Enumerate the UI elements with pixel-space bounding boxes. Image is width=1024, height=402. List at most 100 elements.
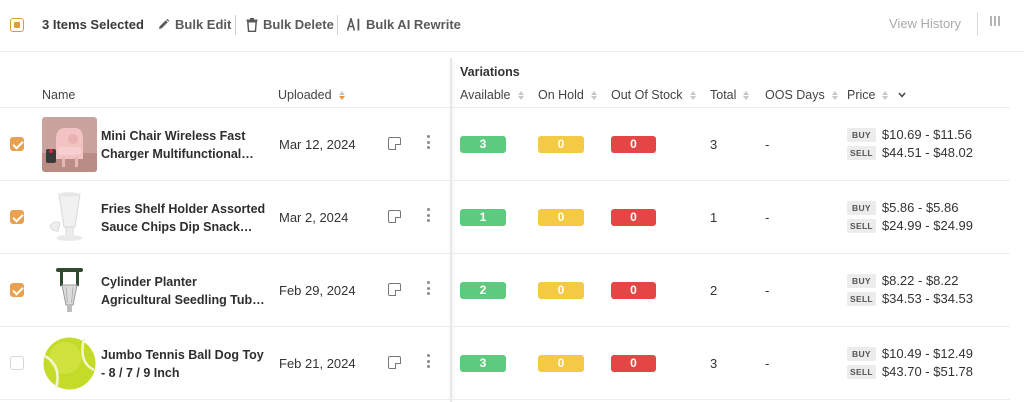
sort-icon[interactable]: [517, 90, 524, 100]
view-history-link[interactable]: View History: [889, 16, 961, 31]
sell-price: SELL $24.99 - $24.99: [847, 218, 973, 233]
more-options-icon[interactable]: [427, 135, 430, 149]
oos-days: -: [765, 356, 770, 371]
product-name[interactable]: Mini Chair Wireless Fast Charger Multifu…: [101, 127, 266, 163]
row-checkbox[interactable]: [10, 137, 24, 151]
sell-price: SELL $34.53 - $34.53: [847, 291, 973, 306]
table-row[interactable]: Mini Chair Wireless Fast Charger Multifu…: [0, 108, 1010, 181]
product-thumbnail[interactable]: [42, 263, 97, 318]
row-checkbox[interactable]: [10, 283, 24, 297]
out-of-stock-badge: 0: [611, 136, 656, 153]
sort-icon[interactable]: [831, 90, 838, 100]
column-header-out-of-stock[interactable]: Out Of Stock: [611, 88, 696, 102]
column-header-total[interactable]: Total: [710, 88, 750, 102]
product-name[interactable]: Jumbo Tennis Ball Dog Toy - 8 / 7 / 9 In…: [101, 346, 266, 382]
column-header-oos-days-label: OOS Days: [765, 88, 825, 102]
total-count: 3: [710, 137, 718, 152]
table-row[interactable]: Cylinder Planter Agricultural Seedling T…: [0, 254, 1010, 327]
bulk-edit-label: Bulk Edit: [175, 17, 232, 32]
uploaded-date: Mar 12, 2024: [279, 137, 356, 152]
bulk-action-toolbar: 3 Items Selected Bulk Edit Bulk Delete B…: [0, 0, 1024, 52]
product-thumbnail[interactable]: [42, 117, 97, 172]
on-hold-badge: 0: [538, 209, 584, 226]
oos-days: -: [765, 137, 770, 152]
total-count: 2: [710, 283, 718, 298]
bulk-ai-rewrite-label: Bulk AI Rewrite: [366, 17, 461, 32]
selected-count: 3 Items Selected: [42, 17, 144, 32]
total-count: 3: [710, 356, 718, 371]
sort-icon[interactable]: [590, 90, 597, 100]
more-options-icon[interactable]: [427, 354, 430, 368]
sell-tag: SELL: [847, 291, 876, 306]
buy-price: BUY $8.22 - $8.22: [847, 273, 958, 288]
column-header-total-label: Total: [710, 88, 737, 102]
product-thumbnail[interactable]: [42, 190, 97, 245]
available-badge: 3: [460, 355, 506, 372]
variations-group-header: Variations: [460, 65, 520, 79]
sort-icon[interactable]: [689, 90, 696, 100]
sort-icon[interactable]: [882, 90, 889, 100]
uploaded-date: Feb 29, 2024: [279, 283, 356, 298]
select-all-checkbox[interactable]: [10, 18, 24, 32]
note-icon[interactable]: [388, 210, 401, 223]
sell-tag: SELL: [847, 364, 876, 379]
sort-icon[interactable]: [743, 90, 750, 100]
sell-tag: SELL: [847, 145, 876, 160]
toolbar-divider: [977, 12, 978, 36]
buy-tag: BUY: [847, 127, 876, 142]
sell-price: SELL $44.51 - $48.02: [847, 145, 973, 160]
toolbar-divider: [337, 15, 338, 35]
buy-tag: BUY: [847, 200, 876, 215]
buy-tag: BUY: [847, 346, 876, 361]
column-header-available[interactable]: Available: [460, 88, 524, 102]
sell-price-value: $43.70 - $51.78: [881, 364, 974, 379]
more-options-icon[interactable]: [427, 208, 430, 222]
buy-tag: BUY: [847, 273, 876, 288]
more-options-icon[interactable]: [427, 281, 430, 295]
product-name[interactable]: Fries Shelf Holder Assorted Sauce Chips …: [101, 200, 266, 236]
out-of-stock-badge: 0: [611, 282, 656, 299]
bulk-edit-button[interactable]: Bulk Edit: [157, 17, 231, 32]
note-icon[interactable]: [388, 137, 401, 150]
row-checkbox[interactable]: [10, 210, 24, 224]
product-name-line: Agricultural Seedling Tub…: [101, 293, 265, 307]
product-name-line: Cylinder Planter: [101, 275, 197, 289]
note-icon[interactable]: [388, 356, 401, 369]
buy-price: BUY $10.49 - $12.49: [847, 346, 973, 361]
ai-text-icon: [347, 18, 360, 31]
column-settings-icon[interactable]: [990, 16, 1000, 26]
available-badge: 3: [460, 136, 506, 153]
on-hold-badge: 0: [538, 282, 584, 299]
product-name-line: Mini Chair Wireless Fast: [101, 129, 246, 143]
row-checkbox[interactable]: [10, 356, 24, 370]
column-header-uploaded[interactable]: Uploaded: [278, 88, 345, 102]
out-of-stock-badge: 0: [611, 209, 656, 226]
bulk-ai-rewrite-button[interactable]: Bulk AI Rewrite: [347, 17, 461, 32]
sell-price: SELL $43.70 - $51.78: [847, 364, 973, 379]
sell-price-value: $24.99 - $24.99: [881, 218, 974, 233]
sort-desc-icon[interactable]: [338, 90, 345, 100]
table-row[interactable]: Jumbo Tennis Ball Dog Toy - 8 / 7 / 9 In…: [0, 327, 1010, 400]
buy-price-value: $5.86 - $5.86: [881, 200, 959, 215]
column-header-available-label: Available: [460, 88, 511, 102]
trash-icon: [246, 17, 258, 32]
note-icon[interactable]: [388, 283, 401, 296]
product-name[interactable]: Cylinder Planter Agricultural Seedling T…: [101, 273, 266, 309]
column-header-oos-days[interactable]: OOS Days: [765, 88, 838, 102]
product-name-line: Jumbo Tennis Ball Dog Toy: [101, 348, 264, 362]
oos-days: -: [765, 283, 770, 298]
sell-tag: SELL: [847, 218, 876, 233]
column-header-price-label: Price: [847, 88, 876, 102]
chevron-down-icon[interactable]: [898, 92, 907, 98]
bulk-delete-label: Bulk Delete: [263, 17, 334, 32]
available-badge: 1: [460, 209, 506, 226]
column-header-on-hold[interactable]: On Hold: [538, 88, 597, 102]
bulk-delete-button[interactable]: Bulk Delete: [246, 17, 334, 32]
available-badge: 2: [460, 282, 506, 299]
oos-days: -: [765, 210, 770, 225]
product-thumbnail[interactable]: [42, 336, 97, 391]
column-header-on-hold-label: On Hold: [538, 88, 584, 102]
table-row[interactable]: Fries Shelf Holder Assorted Sauce Chips …: [0, 181, 1010, 254]
column-header-price[interactable]: Price: [847, 88, 907, 102]
total-count: 1: [710, 210, 718, 225]
